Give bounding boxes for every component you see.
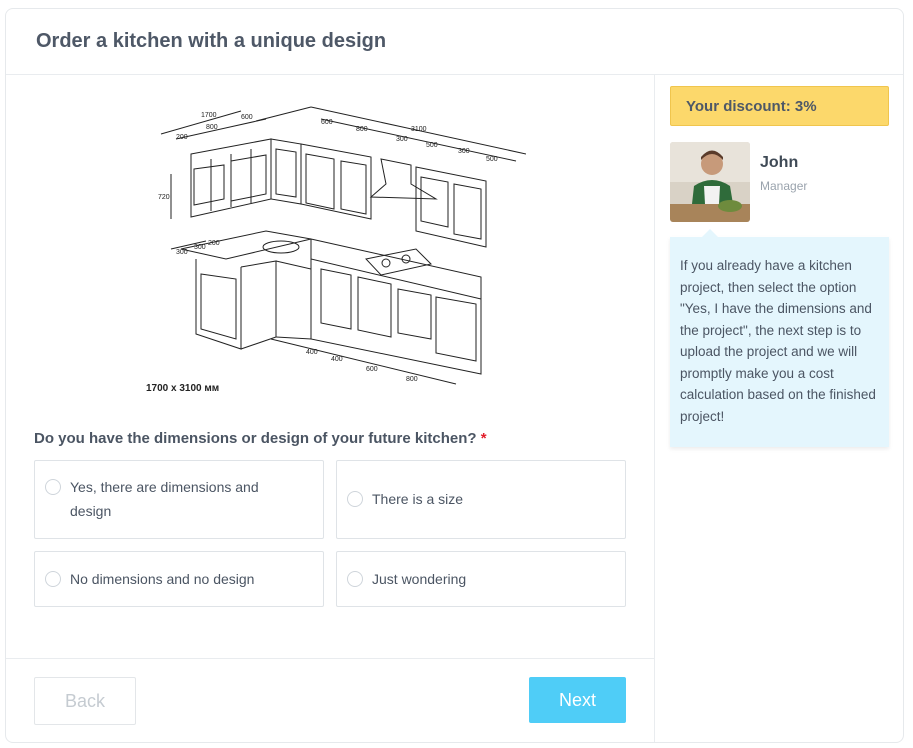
option-there-is-size[interactable]: There is a size: [336, 460, 626, 539]
dim-label: 500: [426, 142, 438, 149]
image-caption: 1700 x 3100 мм: [146, 383, 219, 394]
dim-label: 3100: [411, 126, 427, 133]
dim-label: 800: [206, 124, 218, 131]
page-title: Order a kitchen with a unique design: [36, 30, 387, 52]
dim-label: 300: [194, 244, 206, 251]
footer-divider: [6, 658, 654, 659]
next-button[interactable]: Next: [529, 677, 626, 723]
dim-label: 1700: [201, 112, 217, 119]
manager-message-bubble: If you already have a kitchen project, t…: [670, 229, 889, 447]
dim-label: 400: [331, 356, 343, 363]
dim-label: 200: [208, 240, 220, 247]
radio-button[interactable]: [347, 571, 363, 587]
option-no-dimensions[interactable]: No dimensions and no design: [34, 551, 324, 607]
dim-label: 400: [306, 349, 318, 356]
dim-label: 600: [241, 114, 253, 121]
option-label: There is a size: [372, 491, 464, 507]
quiz-main: 1700 200 800 600 600 800 3100 300 500 30…: [6, 75, 655, 742]
dim-label: 800: [406, 376, 418, 383]
dim-label: 600: [321, 119, 333, 126]
option-label: Yes, there are dimensions and design: [70, 479, 259, 519]
dim-label: 300: [458, 148, 470, 155]
option-yes-dimensions[interactable]: Yes, there are dimensions and design: [34, 460, 324, 539]
question-label: Do you have the dimensions or design of …: [34, 430, 487, 447]
sidebar: Your discount: 3% John Manager If you al…: [655, 75, 903, 742]
dim-label: 300: [396, 136, 408, 143]
back-button[interactable]: Back: [34, 677, 136, 725]
dim-label: 720: [158, 194, 170, 201]
kitchen-drawing-image: 1700 200 800 600 600 800 3100 300 500 30…: [146, 106, 526, 394]
manager-photo: [670, 142, 750, 222]
option-label: No dimensions and no design: [70, 571, 255, 587]
manager-name: John: [760, 154, 799, 171]
question-text: Do you have the dimensions or design of …: [34, 430, 477, 447]
dim-label: 500: [486, 156, 498, 163]
option-label: Just wondering: [372, 571, 467, 587]
avatar: [670, 142, 750, 222]
quiz-header: Order a kitchen with a unique design: [6, 9, 903, 75]
radio-button[interactable]: [45, 479, 61, 495]
radio-button[interactable]: [45, 571, 61, 587]
dim-label: 300: [176, 249, 188, 256]
required-mark: *: [480, 430, 487, 447]
manager-role: Manager: [760, 179, 808, 193]
quiz-card: Order a kitchen with a unique design 170…: [5, 8, 904, 743]
discount-badge: Your discount: 3%: [670, 86, 889, 126]
dim-label: 800: [356, 126, 368, 133]
dim-label: 200: [176, 134, 188, 141]
option-just-wondering[interactable]: Just wondering: [336, 551, 626, 607]
dim-label: 600: [366, 366, 378, 373]
radio-button[interactable]: [347, 491, 363, 507]
manager-message: If you already have a kitchen project, t…: [680, 258, 876, 424]
